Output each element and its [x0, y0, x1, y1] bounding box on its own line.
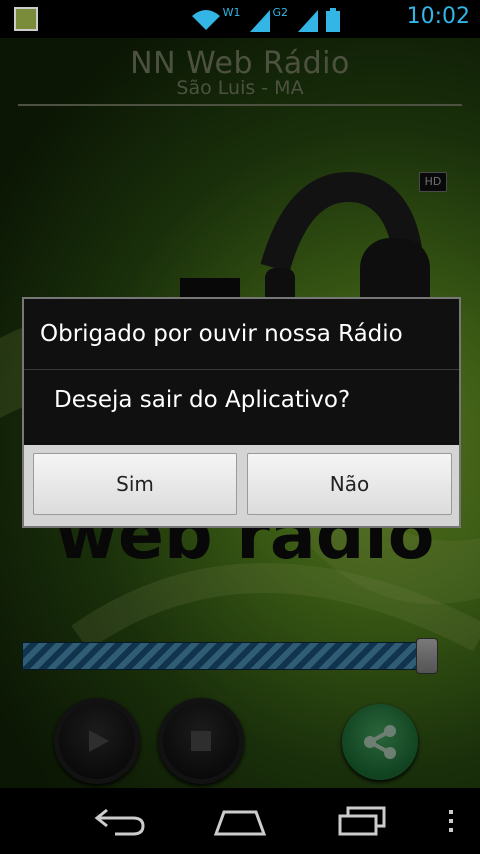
app-notification-icon [14, 7, 38, 31]
home-button[interactable] [212, 804, 268, 842]
dialog-message: Deseja sair do Aplicativo? [54, 387, 351, 413]
back-button[interactable] [93, 804, 147, 842]
wifi-label: W1 [222, 6, 241, 19]
status-icons: W1 G2 [191, 6, 340, 32]
navigation-bar [0, 788, 480, 854]
recent-apps-button[interactable] [336, 804, 388, 842]
no-button[interactable]: Não [247, 453, 452, 515]
yes-button[interactable]: Sim [33, 453, 237, 515]
signal-label: G2 [272, 6, 288, 19]
recent-apps-icon [338, 806, 386, 836]
overflow-menu-icon [449, 810, 453, 832]
signal-icon-2 [298, 10, 318, 32]
clock: 10:02 [406, 4, 470, 29]
overflow-menu-button[interactable] [446, 804, 456, 842]
back-icon [94, 808, 145, 836]
dialog-title: Obrigado por ouvir nossa Rádio [40, 321, 403, 347]
status-bar: W1 G2 10:02 [0, 0, 480, 38]
dialog-divider [24, 369, 459, 370]
dialog-button-bar: Sim Não [24, 445, 459, 526]
signal-icon [250, 10, 271, 32]
wifi-icon [191, 10, 220, 30]
battery-icon [326, 8, 340, 32]
home-icon [213, 810, 267, 836]
exit-dialog: Obrigado por ouvir nossa Rádio Deseja sa… [22, 297, 461, 528]
